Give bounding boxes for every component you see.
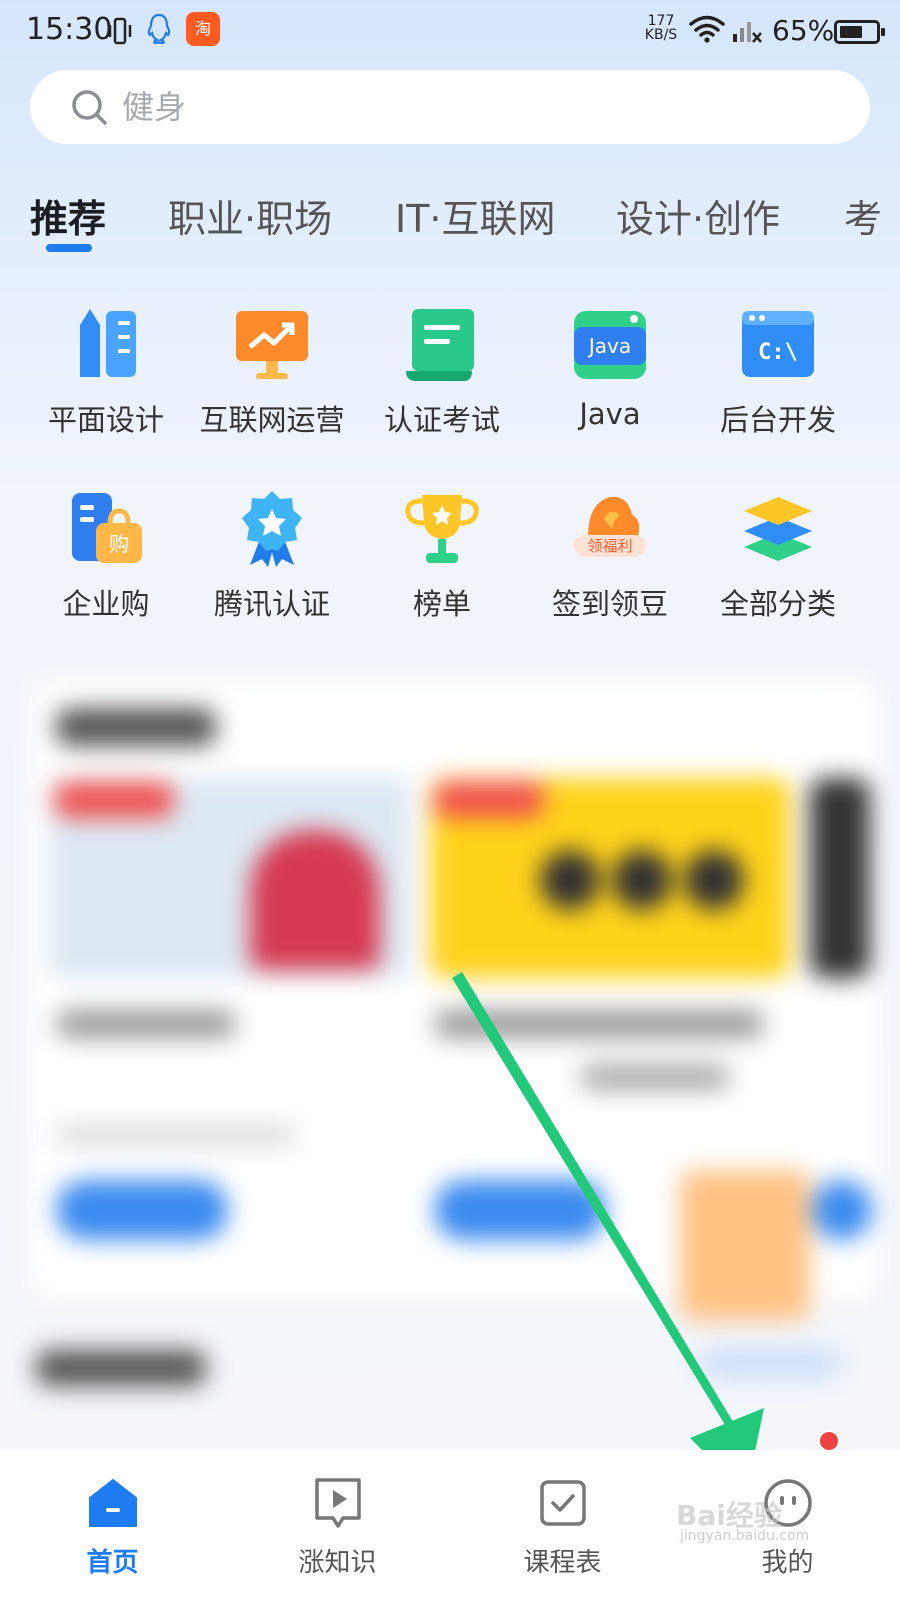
category-java[interactable]: Java Java (524, 305, 696, 455)
blurred-figure (540, 850, 600, 910)
blurred-figure (250, 830, 380, 970)
category-backend-dev[interactable]: C:\ 后台开发 (692, 305, 864, 455)
notification-badge (818, 1430, 840, 1452)
layers-icon (744, 497, 812, 561)
search-input[interactable] (122, 70, 822, 144)
category-label: 企业购 (62, 587, 150, 621)
home-icon (88, 1479, 137, 1527)
shopping-bag-icon: 购 (72, 493, 142, 563)
category-certification-exam[interactable]: 认证考试 (356, 305, 528, 455)
blurred-text (434, 1010, 764, 1038)
category-label: 全部分类 (719, 587, 836, 621)
category-internet-ops[interactable]: 互联网运营 (186, 305, 358, 455)
battery-icon (834, 20, 885, 44)
battery-percent: 65% (772, 14, 835, 47)
java-icon-text: Java (587, 334, 631, 358)
blurred-card-image (680, 1170, 810, 1320)
watermark-url: jingyan.baidu.com (680, 1528, 810, 1544)
blurred-button (812, 1180, 872, 1240)
badge-ribbon-icon (242, 491, 302, 567)
tab-recommend[interactable]: 推荐 (30, 188, 106, 243)
blurred-text (700, 1350, 840, 1376)
status-bar: 15:30 淘 177 KB/S 65% (0, 0, 900, 64)
certificate-scroll-icon (406, 309, 474, 381)
category-all[interactable]: 全部分类 (692, 489, 864, 639)
tab-it-internet[interactable]: IT·互联网 (395, 188, 556, 243)
blurred-heading (56, 708, 216, 746)
tab-active-indicator (46, 244, 92, 252)
play-video-icon (314, 1478, 361, 1528)
blurred-figure (612, 850, 672, 910)
nav-home[interactable]: 首页 (0, 1450, 225, 1600)
trophy-icon (405, 495, 479, 563)
search-bar[interactable] (30, 70, 870, 144)
taobao-icon: 淘 (186, 12, 220, 46)
shopping-bag-icon-text: 购 (109, 532, 129, 556)
category-tencent-cert[interactable]: 腾讯认证 (186, 489, 358, 639)
qq-penguin-icon (147, 13, 171, 45)
category-label: 后台开发 (719, 403, 836, 437)
blurred-button (56, 1180, 228, 1240)
blurred-tag (54, 782, 174, 818)
search-icon (72, 90, 107, 125)
blurred-content (0, 660, 900, 1450)
category-sign-in-beans[interactable]: 领福利 签到领豆 (524, 489, 696, 639)
category-label: 签到领豆 (551, 587, 668, 621)
nav-label: 我的 (761, 1548, 814, 1578)
vibrate-icon (108, 17, 132, 45)
blurred-text (580, 1064, 730, 1090)
blurred-thumbnail (810, 778, 870, 978)
category-label: 平面设计 (47, 403, 164, 437)
blurred-text (56, 1010, 236, 1038)
nav-knowledge[interactable]: 涨知识 (225, 1450, 450, 1600)
category-graphic-design[interactable]: 平面设计 (20, 305, 192, 455)
welfare-icon: 领福利 (574, 496, 646, 557)
net-speed-unit: KB/S (644, 27, 678, 43)
category-label: 互联网运营 (199, 403, 345, 437)
checklist-icon (539, 1480, 586, 1526)
category-tabs: 推荐 职业·职场 IT·互联网 设计·创作 考 (0, 188, 900, 262)
java-icon: Java (574, 311, 646, 379)
battery-fill (840, 26, 862, 38)
nav-schedule[interactable]: 课程表 (450, 1450, 675, 1600)
category-enterprise-purchase[interactable]: 购 企业购 (20, 489, 192, 639)
blurred-content-layer (0, 660, 900, 1450)
blurred-heading (36, 1350, 206, 1386)
tab-design[interactable]: 设计·创作 (616, 188, 780, 243)
blurred-button (434, 1180, 606, 1240)
terminal-icon: C:\ (742, 311, 814, 377)
blurred-tag (434, 782, 544, 818)
nav-label: 课程表 (523, 1548, 602, 1578)
category-label: 榜单 (412, 587, 471, 621)
tab-career[interactable]: 职业·职场 (168, 188, 332, 243)
status-time: 15:30 (26, 12, 113, 47)
signal-icon (733, 22, 762, 43)
category-label: 认证考试 (383, 403, 500, 437)
category-label: 腾讯认证 (213, 587, 330, 621)
blurred-figure (684, 850, 744, 910)
blurred-text (56, 1124, 296, 1146)
terminal-icon-text: C:\ (758, 340, 798, 365)
tab-exam[interactable]: 考 (844, 188, 882, 243)
nav-label: 涨知识 (298, 1548, 377, 1578)
wifi-icon (689, 15, 725, 43)
category-rankings[interactable]: 榜单 (356, 489, 528, 639)
category-label: Java (579, 397, 641, 431)
nav-label: 首页 (86, 1548, 139, 1578)
net-speed: 177 KB/S (640, 14, 682, 42)
monitor-chart-icon (236, 311, 308, 379)
ruler-pencil-icon (80, 309, 136, 377)
welfare-icon-text: 领福利 (587, 537, 632, 555)
net-speed-value: 177 (647, 13, 675, 29)
